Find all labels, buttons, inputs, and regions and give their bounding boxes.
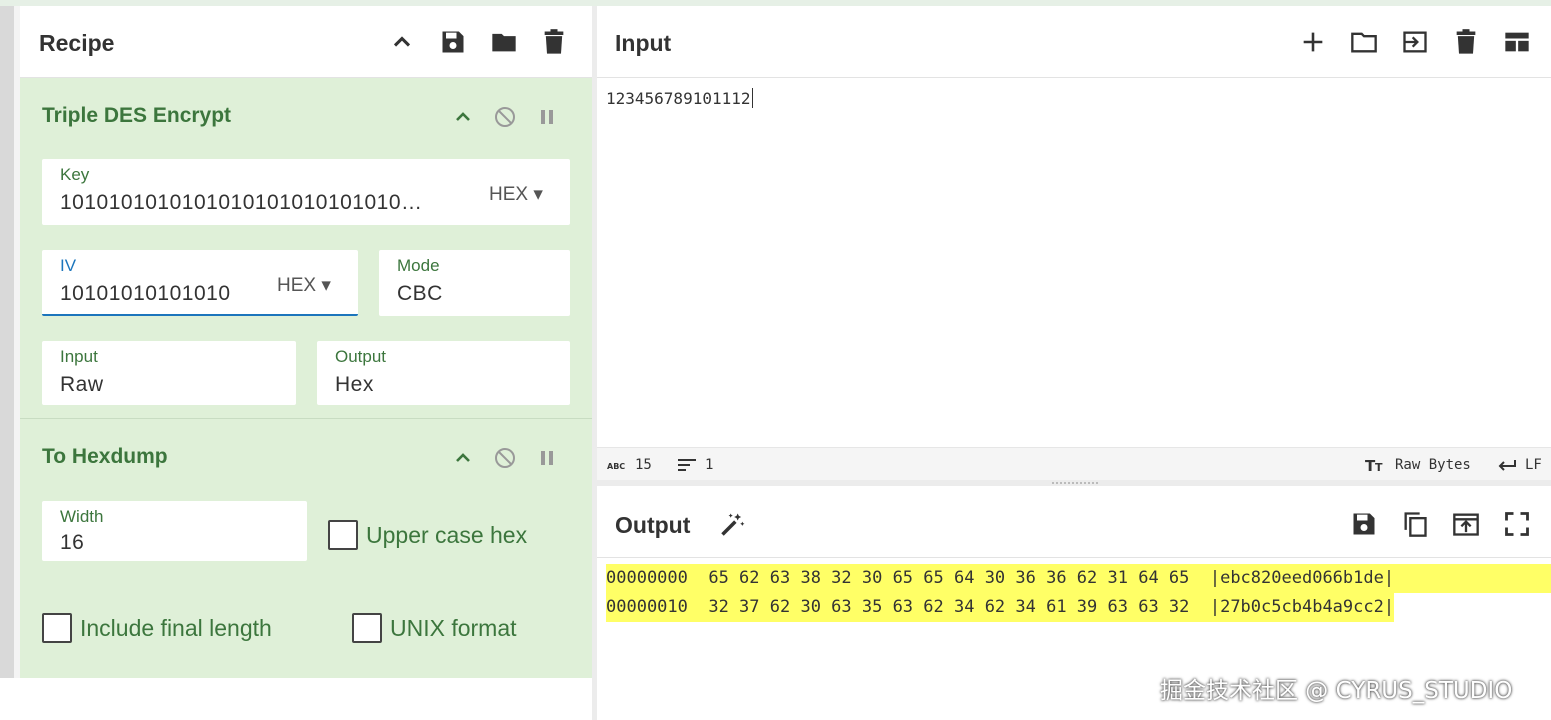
- iv-format-dropdown[interactable]: HEX ▾: [277, 274, 331, 297]
- upper-case-hex-label: Upper case hex: [366, 521, 528, 548]
- operation-title: To Hexdump: [42, 445, 168, 468]
- operation-triple-des-encrypt: Triple DES Encrypt Key 10101010101010101…: [20, 78, 592, 418]
- checkbox-box[interactable]: [42, 613, 72, 643]
- operation-title: Triple DES Encrypt: [42, 104, 232, 127]
- mode-label: Mode: [397, 256, 440, 275]
- operation-to-hexdump: To Hexdump Width 16 Upper case hex Inclu…: [20, 419, 592, 678]
- length-value: 15: [635, 457, 652, 473]
- clear-input-icon[interactable]: [1450, 26, 1482, 58]
- hexdump-line: 00000000 65 62 63 38 32 30 65 65 64 30 3…: [606, 564, 1551, 593]
- load-file-icon[interactable]: [1399, 26, 1431, 58]
- hexdump-line: 00000010 32 37 62 30 63 35 63 62 34 62 3…: [606, 593, 1395, 622]
- input-header: Input: [597, 6, 1551, 78]
- layout-icon[interactable]: [1501, 26, 1533, 58]
- svg-text:T: T: [1375, 461, 1383, 473]
- width-field[interactable]: Width 16: [42, 501, 307, 561]
- splitter-grip: [1052, 482, 1098, 484]
- lines-value: 1: [705, 457, 714, 473]
- disable-icon[interactable]: [490, 443, 520, 473]
- trash-icon[interactable]: [538, 26, 570, 58]
- recipe-pane: Recipe Triple DES Encrypt Key 1010101010…: [20, 6, 592, 720]
- copy-icon[interactable]: [1399, 508, 1431, 540]
- unix-format-label: UNIX format: [390, 614, 517, 641]
- mode-value: CBC: [397, 282, 443, 305]
- text-caret: [751, 88, 753, 108]
- unix-format-checkbox[interactable]: UNIX format: [352, 613, 517, 643]
- input-format-label: Input: [60, 347, 98, 366]
- fullscreen-icon[interactable]: [1501, 508, 1533, 540]
- collapse-chevron-icon[interactable]: [448, 443, 478, 473]
- output-format-value: Hex: [335, 373, 374, 396]
- checkbox-box[interactable]: [328, 520, 358, 550]
- iv-field[interactable]: IV 10101010101010 HEX ▾: [42, 250, 358, 316]
- length-indicator: ABC 15: [607, 457, 652, 473]
- lines-icon: [678, 459, 696, 471]
- upper-case-hex-checkbox[interactable]: Upper case hex: [328, 520, 527, 550]
- key-format-label: HEX: [489, 184, 529, 205]
- text-type-icon: TT: [1365, 457, 1383, 473]
- iv-value[interactable]: 10101010101010: [60, 282, 252, 306]
- add-tab-icon[interactable]: [1297, 26, 1329, 58]
- output-format-select[interactable]: Output Hex: [317, 341, 570, 405]
- input-format-value: Raw: [60, 373, 104, 396]
- folder-icon[interactable]: [488, 26, 520, 58]
- pause-icon[interactable]: [532, 102, 562, 132]
- operations-list: Triple DES Encrypt Key 10101010101010101…: [20, 78, 592, 678]
- left-gutter: [0, 6, 14, 678]
- output-header: Output: [597, 486, 1551, 558]
- input-status-bar: ABC 15 1 TT Raw Bytes LF: [597, 447, 1551, 480]
- include-final-length-label: Include final length: [80, 614, 272, 641]
- input-title: Input: [615, 30, 672, 56]
- recipe-title: Recipe: [39, 30, 115, 56]
- input-textarea[interactable]: 123456789101112: [606, 88, 753, 108]
- output-title: Output: [615, 512, 691, 538]
- save-icon[interactable]: [437, 26, 469, 58]
- mode-select[interactable]: Mode CBC: [379, 250, 570, 316]
- input-pane: Input 123456789101112 ABC 15 1 TT Raw By…: [597, 6, 1551, 480]
- eol-button[interactable]: LF: [1497, 457, 1542, 473]
- save-output-icon[interactable]: [1348, 508, 1380, 540]
- collapse-chevron-icon[interactable]: [448, 102, 478, 132]
- input-text: 123456789101112: [606, 89, 751, 108]
- recipe-header: Recipe: [20, 6, 592, 78]
- checkbox-box[interactable]: [352, 613, 382, 643]
- lines-indicator: 1: [677, 457, 713, 473]
- disable-icon[interactable]: [490, 102, 520, 132]
- width-value[interactable]: 16: [60, 531, 84, 555]
- iv-format-label: HEX: [277, 275, 317, 296]
- return-icon: [1498, 460, 1516, 471]
- width-label: Width: [60, 507, 104, 526]
- left-gutter-bottom: [0, 678, 20, 720]
- key-field[interactable]: Key 1010101010101010101010101010… HEX ▾: [42, 159, 570, 225]
- output-format-label: Output: [335, 347, 387, 366]
- svg-text:ABC: ABC: [607, 462, 625, 470]
- open-folder-icon[interactable]: [1348, 26, 1380, 58]
- iv-label: IV: [60, 256, 77, 275]
- pause-icon[interactable]: [532, 443, 562, 473]
- watermark: 掘金技术社区 @ CYRUS_STUDIO: [1160, 678, 1513, 704]
- chevron-up-icon[interactable]: [386, 26, 418, 58]
- encoding-value: Raw Bytes: [1395, 457, 1471, 473]
- replace-input-icon[interactable]: [1450, 508, 1482, 540]
- eol-value: LF: [1525, 457, 1542, 473]
- input-format-select[interactable]: Input Raw: [42, 341, 296, 405]
- key-value[interactable]: 1010101010101010101010101010…: [60, 191, 450, 215]
- magic-wand-icon[interactable]: [717, 508, 749, 540]
- key-format-dropdown[interactable]: HEX ▾: [489, 183, 543, 206]
- key-label: Key: [60, 165, 90, 184]
- abc-icon: ABC: [607, 462, 625, 470]
- encoding-button[interactable]: TT Raw Bytes: [1365, 457, 1471, 473]
- include-final-length-checkbox[interactable]: Include final length: [42, 613, 272, 643]
